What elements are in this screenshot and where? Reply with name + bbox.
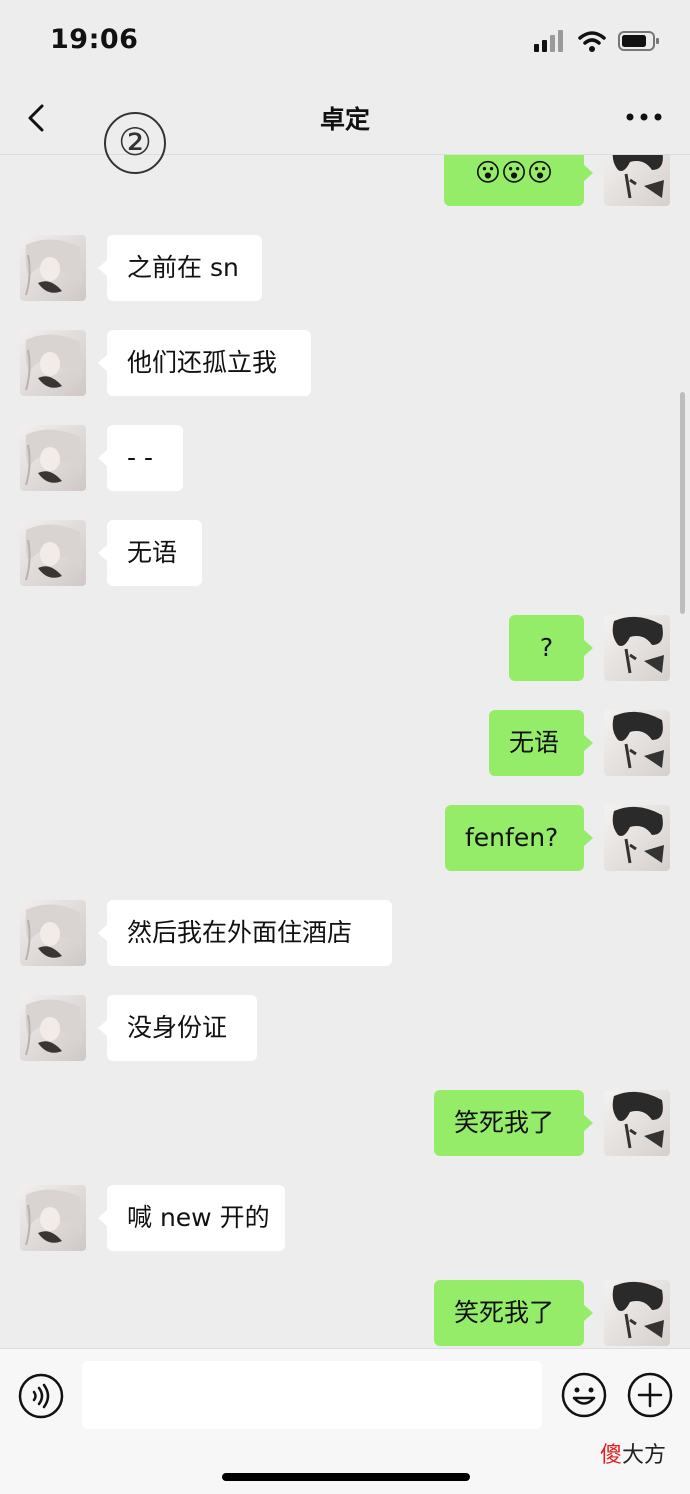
status-icons [534,30,660,52]
avatar[interactable] [20,995,86,1061]
battery-icon [618,31,659,51]
avatar[interactable] [20,1185,86,1251]
avatar[interactable] [604,710,670,776]
received-bubble[interactable]: 之前在 sn [98,235,262,301]
scrollbar[interactable] [680,392,685,614]
sent-bubble[interactable]: 无语 [489,710,593,776]
sent-bubble[interactable]: 😮😮😮 [444,155,593,206]
watermark-rest: 大方 [622,1443,667,1468]
avatar[interactable] [604,615,670,681]
avatar[interactable] [604,805,670,871]
avatar[interactable] [604,1090,670,1156]
avatar[interactable] [20,425,86,491]
avatar[interactable] [20,900,86,966]
plus-icon[interactable] [626,1371,674,1419]
signal-icon [534,30,563,52]
status-bar: 19:06 [0,0,690,84]
avatar[interactable] [20,235,86,301]
sent-bubble[interactable]: fenfen? [445,805,593,871]
watermark-red: 傻 [600,1443,623,1468]
received-bubble[interactable]: 他们还孤立我 [98,330,311,396]
received-bubble[interactable]: 喊 new 开的 [98,1185,285,1251]
sent-bubble[interactable]: ? [509,615,593,681]
received-bubble[interactable]: - - [98,425,183,491]
voice-icon[interactable] [18,1373,64,1419]
input-bar: 傻大方 [0,1348,690,1494]
avatar[interactable] [20,330,86,396]
message-list[interactable]: 😮😮😮 之前在 sn 他们还孤立我 - - 无语 ? 无语 fenfen? 然后… [0,155,690,1348]
sent-bubble[interactable]: 笑死我了 [434,1280,593,1346]
more-dots-icon[interactable] [624,102,664,132]
received-bubble[interactable]: 没身份证 [98,995,257,1061]
avatar[interactable] [604,1280,670,1346]
received-bubble[interactable]: 然后我在外面住酒店 [98,900,392,966]
chat-title: 卓定 [319,105,370,134]
page-number-badge: ② [104,112,166,174]
avatar[interactable] [20,520,86,586]
received-bubble[interactable]: 无语 [98,520,202,586]
wifi-icon [578,31,606,52]
watermark: 傻大方 [600,1437,666,1469]
status-time: 19:06 [50,24,139,55]
sent-bubble[interactable]: 笑死我了 [434,1090,593,1156]
avatar[interactable] [604,155,670,206]
message-input[interactable] [82,1361,542,1429]
emoji-icon[interactable] [560,1371,608,1419]
home-indicator [222,1473,470,1481]
